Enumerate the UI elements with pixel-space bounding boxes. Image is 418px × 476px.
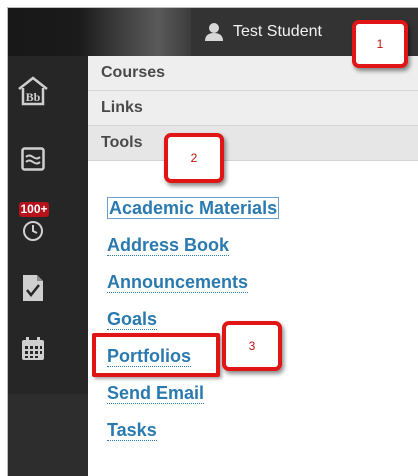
callout-1: 1: [352, 20, 408, 68]
sidebar: Bb 100+: [8, 56, 88, 476]
callout-2: 2: [164, 133, 224, 183]
tool-link-announcements[interactable]: Announcements: [107, 272, 279, 310]
tool-link-send-email[interactable]: Send Email: [107, 383, 279, 421]
svg-text:Bb: Bb: [26, 90, 41, 104]
user-name: Test Student: [233, 23, 322, 40]
callout-number: 2: [190, 151, 198, 165]
section-label: Tools: [101, 134, 143, 151]
callout-number: 1: [376, 37, 384, 51]
section-links[interactable]: Links: [88, 91, 418, 126]
tool-link-tasks[interactable]: Tasks: [107, 420, 279, 458]
user-icon: [205, 23, 223, 41]
home-icon: Bb: [18, 76, 48, 106]
callout-3: 3: [222, 321, 282, 371]
sidebar-item-home[interactable]: Bb: [16, 74, 50, 108]
sidebar-item-grades[interactable]: [16, 271, 50, 305]
activity-stream-icon: [21, 147, 45, 171]
due-dates-icon: [23, 221, 43, 241]
tool-link-academic-materials[interactable]: Academic Materials: [107, 197, 280, 236]
section-label: Links: [101, 99, 143, 116]
sidebar-icon-column: Bb 100+: [8, 56, 88, 394]
calendar-icon: [22, 337, 44, 360]
sidebar-item-due-dates[interactable]: [16, 214, 50, 248]
sidebar-item-calendar[interactable]: [16, 332, 50, 366]
callout-number: 3: [248, 339, 256, 353]
due-dates-badge: 100+: [19, 202, 49, 217]
app-frame: Test Student Bb 100+ Courses Links Tools…: [7, 7, 418, 476]
sidebar-item-activity[interactable]: [16, 142, 50, 176]
section-label: Courses: [101, 64, 166, 81]
section-tools[interactable]: Tools: [88, 126, 418, 161]
main-menu: Courses Links Tools Academic Materials A…: [88, 56, 418, 476]
tool-link-address-book[interactable]: Address Book: [107, 235, 279, 273]
grades-icon: [23, 275, 43, 301]
